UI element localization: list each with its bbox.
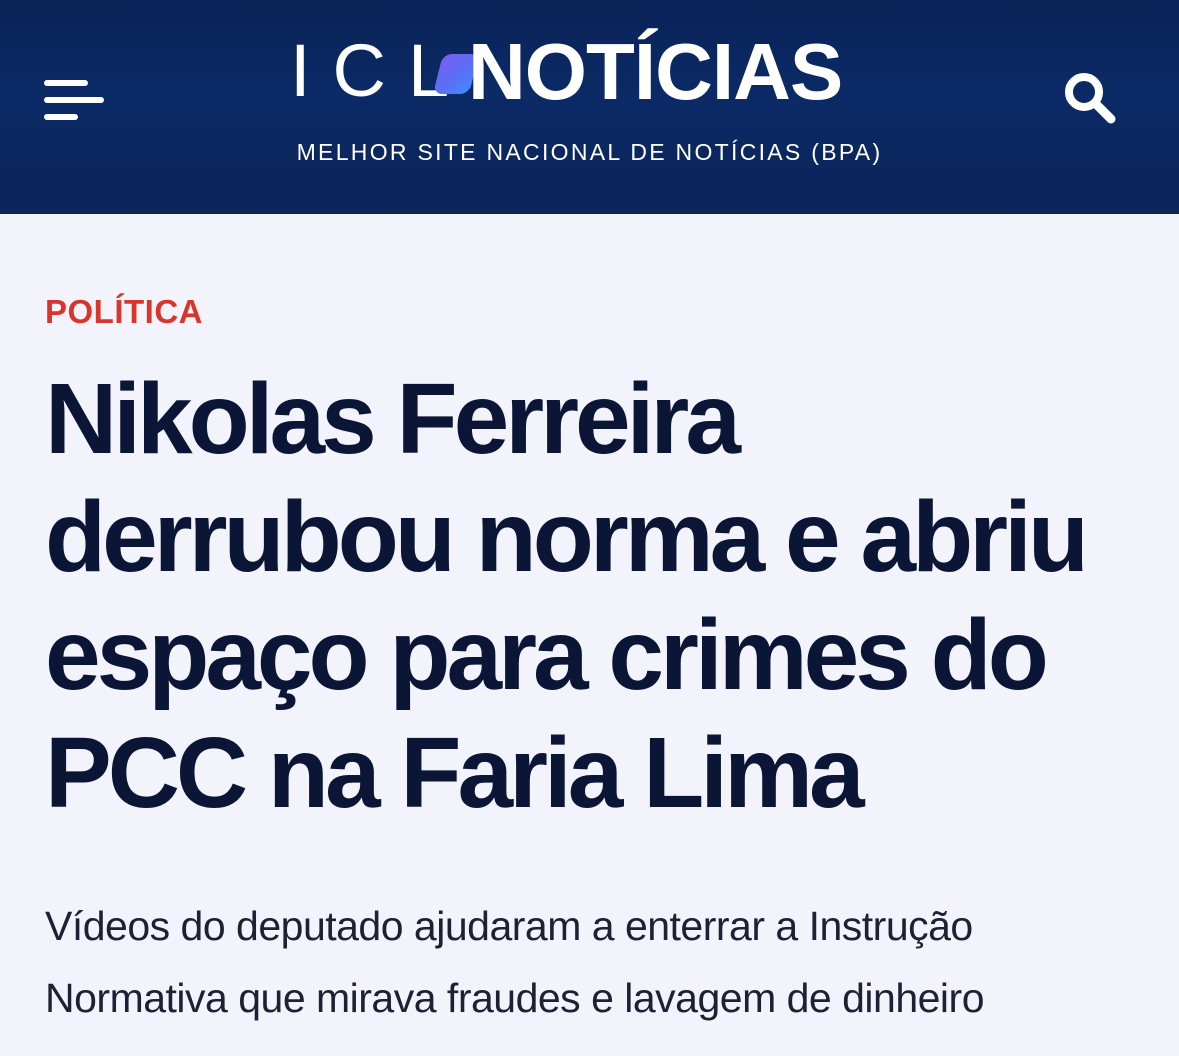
search-icon	[1065, 73, 1116, 124]
search-button[interactable]	[1060, 68, 1120, 128]
hamburger-menu-icon	[44, 80, 88, 86]
menu-button[interactable]	[44, 80, 106, 124]
article-subtitle: Vídeos do deputado ajudaram a enterrar a…	[45, 903, 985, 1021]
article-headline: Nikolas Ferreira derrubou norma e abriu …	[45, 363, 1089, 829]
logo-name: NOTÍCIAS	[468, 27, 843, 116]
site-tagline: MELHOR SITE NACIONAL DE NOTÍCIAS (BPA)	[296, 139, 883, 165]
hamburger-menu-icon-bar	[44, 114, 78, 120]
site-logo[interactable]: ICL NOTÍCIAS	[290, 27, 890, 116]
article-category-link[interactable]: POLÍTICA	[45, 292, 203, 332]
hamburger-menu-icon-bar	[44, 97, 104, 103]
site-header: ICL NOTÍCIAS MELHOR SITE NACIONAL DE NOT…	[0, 0, 1179, 214]
